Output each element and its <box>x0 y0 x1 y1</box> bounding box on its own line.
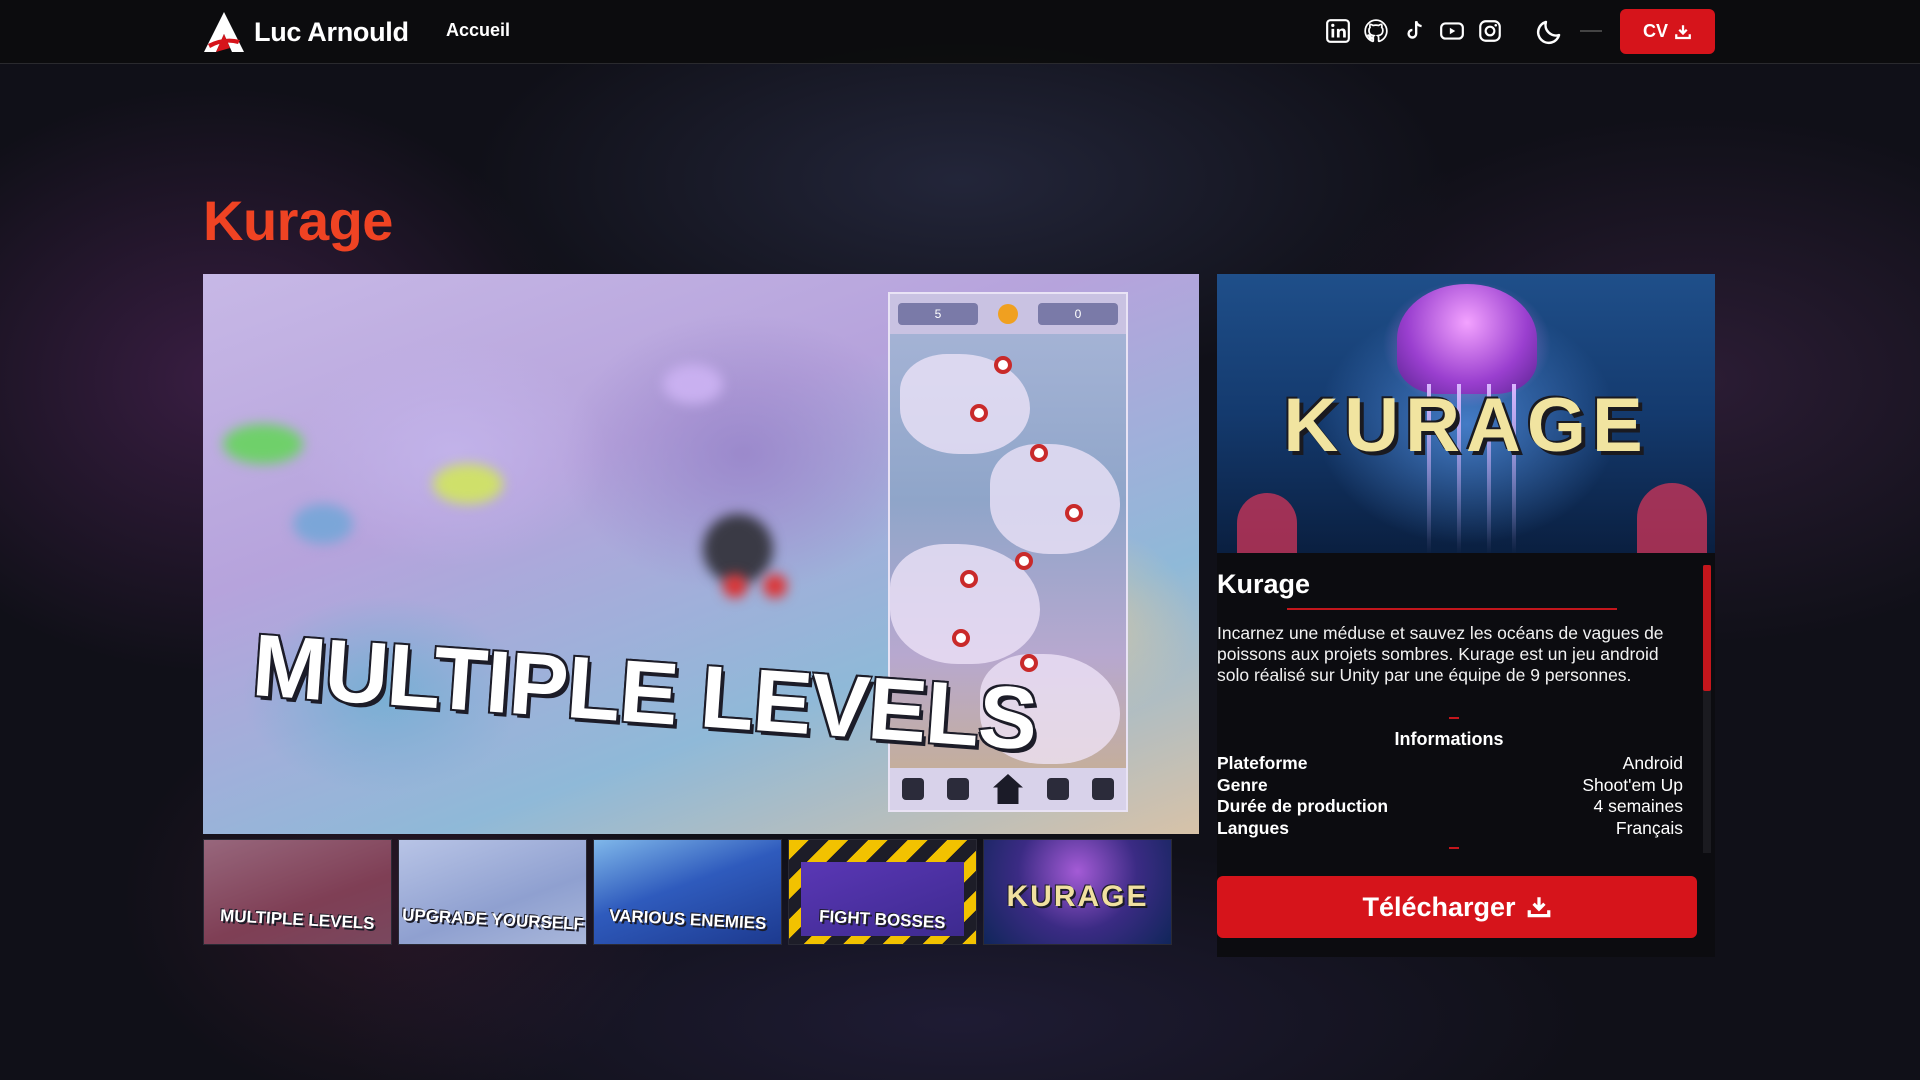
map-island <box>990 444 1120 554</box>
scrollbar-thumb[interactable] <box>1703 565 1711 691</box>
theme-toggle[interactable] <box>1534 17 1564 47</box>
phone-hud: 5 0 <box>890 294 1126 334</box>
phone-right-score: 0 <box>1038 303 1118 325</box>
thumbnail-label: MULTIPLE LEVELS <box>219 905 376 934</box>
brand[interactable]: Luc Arnould <box>202 10 409 54</box>
blurred-plant <box>223 424 303 464</box>
download-icon <box>1527 897 1550 918</box>
shop-icon <box>901 778 924 800</box>
thumbnail-kurage-cover[interactable]: KURAGE <box>983 839 1172 945</box>
thumbnail-fight-bosses[interactable]: FIGHT BOSSES <box>788 839 977 945</box>
youtube-icon[interactable] <box>1439 16 1465 46</box>
phone-left-score: 5 <box>898 303 978 325</box>
blurred-plant <box>433 464 503 504</box>
cv-download-button[interactable]: CV <box>1620 9 1715 54</box>
info-key: Durée de production <box>1217 796 1389 816</box>
game-info: Kurage Incarnez une méduse et sauvez les… <box>1217 553 1715 957</box>
linkedin-icon[interactable] <box>1325 16 1351 46</box>
github-icon[interactable] <box>1363 16 1389 46</box>
moon-icon <box>1536 20 1561 45</box>
info-value: Android <box>1622 753 1683 773</box>
brand-name: Luc Arnould <box>254 16 409 47</box>
blurred-marker <box>723 574 747 598</box>
info-value: 4 semaines <box>1593 796 1684 816</box>
level-node <box>1065 504 1083 522</box>
game-name: Kurage <box>1217 569 1311 599</box>
blurred-rock <box>293 504 353 544</box>
title-underline <box>1287 608 1617 610</box>
download-label: Télécharger <box>1362 891 1516 922</box>
info-heading: Informations <box>1394 729 1504 749</box>
download-button[interactable]: Télécharger <box>1217 876 1697 938</box>
level-node <box>994 356 1012 374</box>
game-cover-image: KURAGE <box>1217 274 1715 553</box>
thumbnail-various-enemies[interactable]: VARIOUS ENEMIES <box>593 839 782 945</box>
separator-dash <box>1449 847 1459 849</box>
level-node <box>952 629 970 647</box>
blurred-rock <box>663 364 723 404</box>
cv-label: CV <box>1642 21 1668 41</box>
medal-icon <box>947 778 970 800</box>
info-row: Durée de production 4 semaines <box>1217 796 1683 818</box>
home-icon <box>992 774 1023 804</box>
thumbnail-label: KURAGE <box>1006 880 1149 913</box>
game-info-panel: KURAGE Kurage Incarnez une méduse et sau… <box>1217 274 1715 957</box>
nav-divider <box>1580 30 1602 32</box>
info-key: Plateforme <box>1217 753 1308 773</box>
coral-decoration <box>1637 483 1707 553</box>
level-node <box>970 404 988 422</box>
thumbnail-label: UPGRADE YOURSELF <box>401 905 584 934</box>
level-node <box>960 570 978 588</box>
level-node <box>1015 552 1033 570</box>
blurred-marker <box>763 574 787 598</box>
separator-dash <box>1449 717 1459 719</box>
thumbnail-multiple-levels[interactable]: MULTIPLE LEVELS <box>203 839 392 945</box>
social-links <box>1325 16 1503 46</box>
info-row: Plateforme Android <box>1217 753 1683 775</box>
cover-title: KURAGE <box>1283 383 1649 468</box>
jellyfish-illustration <box>1397 284 1537 394</box>
nav-link-accueil[interactable]: Accueil <box>446 20 510 41</box>
download-icon <box>1675 24 1691 39</box>
instagram-icon[interactable] <box>1477 16 1503 46</box>
brand-logo-icon <box>204 12 244 52</box>
level-node <box>1030 444 1048 462</box>
info-value: Shoot'em Up <box>1582 774 1683 795</box>
coin-icon <box>998 304 1018 324</box>
info-key: Genre <box>1217 774 1268 795</box>
info-value: Français <box>1615 817 1683 838</box>
page-title: Kurage <box>203 189 393 252</box>
main-screenshot[interactable]: 5 0 MULTIPLE LEVELS <box>203 274 1199 834</box>
tiktok-icon[interactable] <box>1401 16 1427 46</box>
settings-icon <box>1092 778 1115 800</box>
thumbnail-upgrade-yourself[interactable]: UPGRADE YOURSELF <box>398 839 587 945</box>
thumbnail-label: VARIOUS ENEMIES <box>608 905 767 934</box>
armor-icon <box>1046 778 1069 800</box>
coral-decoration <box>1237 493 1297 553</box>
info-key: Langues <box>1217 817 1289 838</box>
info-row: Langues Français <box>1217 818 1683 840</box>
info-row: Genre Shoot'em Up <box>1217 775 1683 797</box>
game-description: Incarnez une méduse et sauvez les océans… <box>1217 623 1664 685</box>
info-table: Plateforme Android Genre Shoot'em Up Dur… <box>1217 753 1683 839</box>
thumbnail-strip: MULTIPLE LEVELS UPGRADE YOURSELF VARIOUS… <box>203 839 1199 945</box>
navbar: Luc Arnould Accueil CV <box>0 0 1920 64</box>
